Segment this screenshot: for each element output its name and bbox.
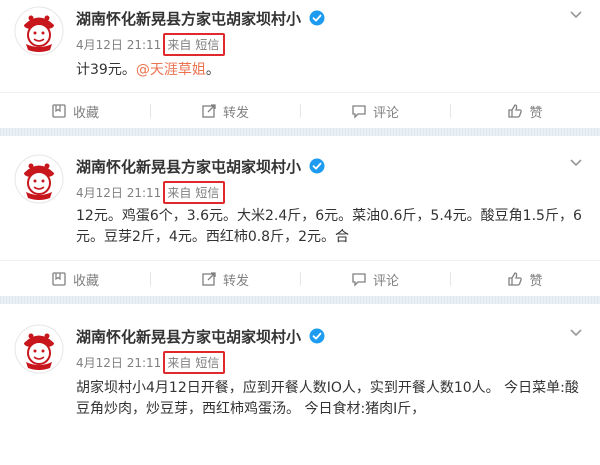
post-content: 胡家坝村小4月12日开餐，应到开餐人数IO人，实到开餐人数10人。 今日菜单:酸… [76, 378, 582, 420]
mention-link[interactable]: @天涯草姐 [136, 62, 206, 78]
favorite-button[interactable]: 收藏 [0, 93, 150, 129]
author-row: 湖南怀化新晃县方家屯胡家坝村小 [76, 6, 325, 30]
comment-label: 评论 [372, 273, 399, 289]
feed-separator [0, 128, 600, 136]
meta-row: 4月12日 21:11 来自 短信 [76, 350, 226, 374]
meta-row: 4月12日 21:11 来自 短信 [76, 180, 226, 204]
post-card: 湖南怀化新晃县方家屯胡家坝村小 4月12日 21:11 来自 短信 胡家坝村小4… [0, 318, 600, 465]
post-content: 计39元。@天涯草姐。 [76, 60, 582, 81]
action-bar: 收藏 转发 评论 赞 [0, 260, 600, 297]
post-time[interactable]: 4月12日 21:11 [76, 354, 161, 371]
favorite-label: 收藏 [72, 273, 99, 289]
source-link[interactable]: 短信 [195, 354, 219, 371]
avatar[interactable] [14, 324, 64, 374]
avatar[interactable] [14, 6, 64, 56]
content-text: 12元。鸡蛋6个，3.6元。大米2.4斤，6元。菜油0.6斤，5.4元。酸豆角1… [76, 208, 582, 245]
source-prefix: 来自 [167, 185, 192, 200]
avatar[interactable] [14, 154, 64, 204]
like-button[interactable]: 赞 [450, 93, 600, 129]
author-name[interactable]: 湖南怀化新晃县方家屯胡家坝村小 [76, 156, 301, 177]
like-button[interactable]: 赞 [450, 261, 600, 297]
verified-badge-icon [309, 328, 325, 344]
comment-icon [352, 105, 366, 119]
repost-label: 转发 [222, 273, 249, 289]
bookmark-icon [52, 104, 66, 118]
weibo-feed: 湖南怀化新晃县方家屯胡家坝村小 4月12日 21:11 来自 短信 计39元。@… [0, 0, 600, 465]
comment-button[interactable]: 评论 [300, 261, 450, 297]
content-text: 胡家坝村小4月12日开餐，应到开餐人数IO人，实到开餐人数10人。 今日菜单:酸… [76, 380, 579, 417]
repost-button[interactable]: 转发 [150, 93, 300, 129]
post-card: 湖南怀化新晃县方家屯胡家坝村小 4月12日 21:11 来自 短信 12元。鸡蛋… [0, 148, 600, 296]
meta-row: 4月12日 21:11 来自 短信 [76, 32, 226, 56]
action-bar: 收藏 转发 评论 赞 [0, 92, 600, 129]
content-suffix: 。 [205, 62, 220, 78]
favorite-button[interactable]: 收藏 [0, 261, 150, 297]
thumbs-up-icon [508, 272, 523, 286]
source-prefix: 来自 [167, 355, 192, 370]
post-time[interactable]: 4月12日 21:11 [76, 184, 161, 201]
feed-separator [0, 296, 600, 304]
source-highlight-box: 来自 短信 [163, 32, 226, 56]
source-link[interactable]: 短信 [195, 36, 219, 53]
repost-icon [202, 272, 216, 286]
author-name[interactable]: 湖南怀化新晃县方家屯胡家坝村小 [76, 8, 301, 29]
author-row: 湖南怀化新晃县方家屯胡家坝村小 [76, 324, 325, 348]
post-time[interactable]: 4月12日 21:11 [76, 36, 161, 53]
chevron-down-icon[interactable] [568, 6, 584, 22]
comment-label: 评论 [372, 105, 399, 121]
source-link[interactable]: 短信 [195, 184, 219, 201]
thumbs-up-icon [508, 104, 523, 118]
comment-icon [352, 273, 366, 287]
comment-button[interactable]: 评论 [300, 93, 450, 129]
like-label: 赞 [529, 273, 543, 289]
post-card: 湖南怀化新晃县方家屯胡家坝村小 4月12日 21:11 来自 短信 计39元。@… [0, 0, 600, 128]
chevron-down-icon[interactable] [568, 154, 584, 170]
author-name[interactable]: 湖南怀化新晃县方家屯胡家坝村小 [76, 326, 301, 347]
repost-button[interactable]: 转发 [150, 261, 300, 297]
source-prefix: 来自 [167, 37, 192, 52]
source-highlight-box: 来自 短信 [163, 180, 226, 204]
author-row: 湖南怀化新晃县方家屯胡家坝村小 [76, 154, 325, 178]
post-content: 12元。鸡蛋6个，3.6元。大米2.4斤，6元。菜油0.6斤，5.4元。酸豆角1… [76, 206, 582, 248]
bookmark-icon [52, 272, 66, 286]
verified-badge-icon [309, 158, 325, 174]
repost-icon [202, 104, 216, 118]
like-label: 赞 [529, 105, 543, 121]
source-highlight-box: 来自 短信 [163, 350, 226, 374]
chevron-down-icon[interactable] [568, 324, 584, 340]
verified-badge-icon [309, 10, 325, 26]
favorite-label: 收藏 [72, 105, 99, 121]
repost-label: 转发 [222, 105, 249, 121]
content-text: 计39元。 [76, 62, 136, 78]
